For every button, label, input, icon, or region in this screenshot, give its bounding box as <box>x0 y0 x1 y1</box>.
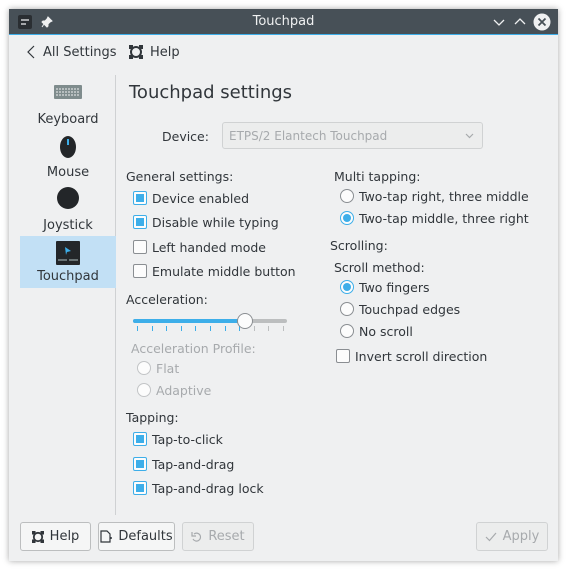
checkbox[interactable] <box>336 349 350 363</box>
radio-label: Touchpad edges <box>359 302 461 317</box>
checkbox-label: Left handed mode <box>152 240 266 255</box>
slider-tick <box>180 326 182 331</box>
touchpad-icon <box>56 241 80 265</box>
scroll-method-label: Scroll method: <box>334 260 425 275</box>
radio[interactable] <box>137 361 151 375</box>
checkbox-label: Invert scroll direction <box>355 349 488 364</box>
checkbox-label: Tap-to-click <box>152 432 223 447</box>
minimize-icon[interactable] <box>493 17 505 27</box>
checkbox[interactable] <box>133 481 147 495</box>
defaults-button[interactable]: Defaults <box>98 522 175 551</box>
sidebar-item-label: Touchpad <box>37 269 99 284</box>
device-select[interactable]: ETPS/2 Elantech Touchpad <box>222 122 483 149</box>
slider-tick <box>283 326 284 331</box>
footer-help-button[interactable]: Help <box>20 522 91 551</box>
chevron-down-icon <box>465 133 474 139</box>
sidebar-item-keyboard[interactable]: Keyboard <box>20 79 116 131</box>
mouse-icon <box>60 136 76 158</box>
checkbox-label: Disable while typing <box>152 215 279 230</box>
document-revert-icon <box>100 530 113 543</box>
window: Touchpad All Settings Help Keyboard Mous… <box>9 9 558 561</box>
general-settings-label: General settings: <box>126 169 234 184</box>
slider-ticks <box>133 326 287 332</box>
radio-label: Two fingers <box>359 280 430 295</box>
checkmark-icon <box>485 532 497 541</box>
joystick-icon <box>57 187 79 209</box>
checkbox[interactable] <box>133 240 147 254</box>
device-select-value: ETPS/2 Elantech Touchpad <box>229 129 388 143</box>
radio-label: Two-tap right, three middle <box>359 189 529 204</box>
slider-tick <box>137 326 138 331</box>
sidebar-item-mouse[interactable]: Mouse <box>20 132 116 184</box>
slider-tick <box>253 326 255 331</box>
checkbox[interactable] <box>133 457 147 471</box>
help-button[interactable]: Help <box>129 43 180 61</box>
radio-label: Adaptive <box>156 383 212 398</box>
button-label: Apply <box>502 529 540 544</box>
sidebar-item-label: Joystick <box>43 218 93 233</box>
slider-tick <box>210 326 211 331</box>
help-icon <box>31 530 44 543</box>
sidebar-item-label: Keyboard <box>37 112 99 127</box>
button-label: Help <box>49 529 80 544</box>
page-title: Touchpad settings <box>129 82 293 103</box>
radio[interactable] <box>340 324 354 338</box>
acceleration-slider[interactable] <box>133 312 287 334</box>
slider-tick <box>195 326 197 331</box>
undo-icon <box>191 531 202 542</box>
maximize-icon[interactable] <box>514 17 526 27</box>
window-title: Touchpad <box>252 14 315 29</box>
slider-handle[interactable] <box>236 313 253 329</box>
checkbox-label: Emulate middle button <box>152 264 296 279</box>
acceleration-label: Acceleration: <box>126 292 208 307</box>
checkbox-label: Device enabled <box>152 191 250 206</box>
checkbox[interactable] <box>133 191 147 205</box>
help-label: Help <box>150 44 180 60</box>
back-label: All Settings <box>43 44 117 60</box>
radio-label: No scroll <box>359 324 413 339</box>
checkbox[interactable] <box>133 264 147 278</box>
device-label: Device: <box>162 129 209 144</box>
radio[interactable] <box>340 302 354 316</box>
slider-tick <box>166 326 168 331</box>
slider-fill <box>133 319 245 323</box>
apply-button[interactable]: Apply <box>476 522 548 551</box>
radio[interactable] <box>340 211 354 225</box>
keyboard-icon <box>54 85 82 99</box>
radio[interactable] <box>340 189 354 203</box>
checkbox[interactable] <box>133 215 147 229</box>
sidebar-item-label: Mouse <box>46 165 90 180</box>
sidebar-item-joystick[interactable]: Joystick <box>20 185 116 237</box>
radio[interactable] <box>340 280 354 294</box>
reset-button[interactable]: Reset <box>182 522 254 551</box>
tapping-label: Tapping: <box>126 410 179 425</box>
radio-label: Flat <box>156 361 180 376</box>
button-label: Defaults <box>118 529 173 544</box>
chevron-left-icon <box>27 45 35 59</box>
checkbox-label: Tap-and-drag lock <box>152 481 264 496</box>
help-icon <box>129 45 143 59</box>
sidebar-item-touchpad[interactable]: Touchpad <box>20 236 116 288</box>
multi-tapping-label: Multi tapping: <box>334 169 421 184</box>
acceleration-profile-label: Acceleration Profile: <box>131 341 256 356</box>
radio-label: Two-tap middle, three right <box>359 211 529 226</box>
back-button[interactable]: All Settings <box>27 43 117 61</box>
close-icon[interactable] <box>533 13 551 31</box>
radio[interactable] <box>137 383 151 397</box>
scrolling-label: Scrolling: <box>330 238 388 253</box>
slider-tick <box>224 326 226 331</box>
checkbox-label: Tap-and-drag <box>152 457 235 472</box>
slider-tick <box>151 326 153 331</box>
slider-tick <box>268 326 270 331</box>
title-bar: Touchpad <box>9 9 558 35</box>
button-label: Reset <box>208 529 245 544</box>
checkbox[interactable] <box>133 432 147 446</box>
